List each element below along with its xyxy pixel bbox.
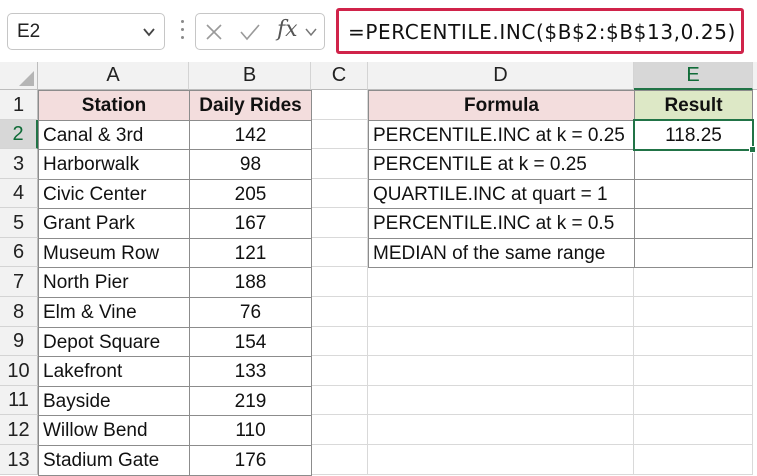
row-header-10[interactable]: 10 xyxy=(0,356,38,386)
daily-rides-cell[interactable]: 205 xyxy=(189,179,312,209)
name-box-value[interactable]: E2 xyxy=(17,21,40,43)
empty-cell[interactable] xyxy=(311,238,368,267)
empty-cell[interactable] xyxy=(634,445,753,475)
empty-cell[interactable] xyxy=(368,386,634,415)
daily-rides-header[interactable]: Daily Rides xyxy=(189,90,312,121)
row-header-9[interactable]: 9 xyxy=(0,327,38,356)
result-cell[interactable] xyxy=(634,149,753,180)
column-header-a[interactable]: A xyxy=(38,62,189,90)
cancel-x-icon[interactable] xyxy=(204,22,224,42)
daily-rides-cell[interactable]: 121 xyxy=(189,238,312,268)
empty-cell[interactable] xyxy=(368,445,634,475)
daily-rides-cell[interactable]: 76 xyxy=(189,297,312,328)
formula-bar-area: E2 fx =PERCENTILE.INC($B$2:$B$13,0.25) xyxy=(0,0,757,62)
result-cell[interactable] xyxy=(634,179,753,209)
daily-rides-cell[interactable]: 110 xyxy=(189,415,312,446)
empty-cell[interactable] xyxy=(311,415,368,445)
result-header[interactable]: Result xyxy=(634,90,753,121)
row-header-6[interactable]: 6 xyxy=(0,238,38,267)
station-cell[interactable]: Bayside xyxy=(38,386,190,416)
empty-cell[interactable] xyxy=(634,415,753,445)
station-cell[interactable]: Stadium Gate xyxy=(38,445,190,476)
row-header-4[interactable]: 4 xyxy=(0,179,38,208)
station-cell[interactable]: North Pier xyxy=(38,267,190,298)
formula-description-cell[interactable]: MEDIAN of the same range xyxy=(368,238,635,268)
result-cell[interactable] xyxy=(634,238,753,268)
row-header-7[interactable]: 7 xyxy=(0,267,38,297)
daily-rides-cell[interactable]: 188 xyxy=(189,267,312,298)
empty-cell[interactable] xyxy=(368,267,634,297)
station-cell[interactable]: Civic Center xyxy=(38,179,190,209)
empty-cell[interactable] xyxy=(311,327,368,356)
column-header-b[interactable]: B xyxy=(189,62,311,90)
empty-cell[interactable] xyxy=(311,267,368,297)
formula-description-cell[interactable]: PERCENTILE.INC at k = 0.5 xyxy=(368,208,635,239)
formula-description-cell[interactable]: PERCENTILE at k = 0.25 xyxy=(368,149,635,180)
station-cell[interactable]: Canal & 3rd xyxy=(38,120,190,150)
formula-description-cell[interactable]: PERCENTILE.INC at k = 0.25 xyxy=(368,120,635,150)
row-header-12[interactable]: 12 xyxy=(0,415,38,445)
formula-text[interactable]: =PERCENTILE.INC($B$2:$B$13,0.25) xyxy=(348,20,736,44)
station-header[interactable]: Station xyxy=(38,90,190,121)
insert-function-button[interactable]: fx xyxy=(277,17,298,42)
empty-cell[interactable] xyxy=(311,208,368,238)
row-header-2[interactable]: 2 xyxy=(0,120,38,149)
daily-rides-cell[interactable]: 142 xyxy=(189,120,312,150)
station-cell[interactable]: Willow Bend xyxy=(38,415,190,446)
daily-rides-cell[interactable]: 167 xyxy=(189,208,312,239)
daily-rides-cell[interactable]: 219 xyxy=(189,386,312,416)
empty-cell[interactable] xyxy=(311,297,368,327)
empty-cell[interactable] xyxy=(368,297,634,327)
column-header-f-partial xyxy=(753,62,757,90)
empty-cell[interactable] xyxy=(311,356,368,386)
formula-header[interactable]: Formula xyxy=(368,90,635,121)
formula-description-cell[interactable]: QUARTILE.INC at quart = 1 xyxy=(368,179,635,209)
formula-buttons: fx xyxy=(195,13,325,50)
active-cell-border xyxy=(633,119,754,151)
chevron-down-icon[interactable] xyxy=(304,26,318,38)
row-header-1[interactable]: 1 xyxy=(0,90,38,120)
splitter-handle[interactable] xyxy=(181,20,184,40)
empty-cell[interactable] xyxy=(368,327,634,356)
name-box[interactable]: E2 xyxy=(7,13,165,50)
empty-cell[interactable] xyxy=(634,267,753,297)
formula-input[interactable]: =PERCENTILE.INC($B$2:$B$13,0.25) xyxy=(336,8,744,54)
daily-rides-cell[interactable]: 133 xyxy=(189,356,312,387)
row-header-11[interactable]: 11 xyxy=(0,386,38,415)
enter-check-icon[interactable] xyxy=(239,22,261,42)
station-cell[interactable]: Museum Row xyxy=(38,238,190,268)
station-cell[interactable]: Lakefront xyxy=(38,356,190,387)
empty-cell[interactable] xyxy=(311,445,368,475)
empty-cell[interactable] xyxy=(311,179,368,208)
empty-cell[interactable] xyxy=(368,356,634,386)
column-header-d[interactable]: D xyxy=(368,62,634,90)
empty-cell[interactable] xyxy=(634,297,753,327)
empty-cell[interactable] xyxy=(634,386,753,415)
station-cell[interactable]: Harborwalk xyxy=(38,149,190,180)
empty-cell[interactable] xyxy=(368,415,634,445)
column-header-e[interactable]: E xyxy=(634,62,753,90)
empty-cell[interactable] xyxy=(311,386,368,415)
empty-cell[interactable] xyxy=(634,327,753,356)
select-all-corner[interactable] xyxy=(0,62,38,90)
empty-cell[interactable] xyxy=(634,356,753,386)
row-header-13[interactable]: 13 xyxy=(0,445,38,475)
daily-rides-cell[interactable]: 154 xyxy=(189,327,312,357)
empty-cell[interactable] xyxy=(311,90,368,120)
row-header-8[interactable]: 8 xyxy=(0,297,38,327)
empty-cell[interactable] xyxy=(311,120,368,149)
column-header-c[interactable]: C xyxy=(311,62,368,90)
daily-rides-cell[interactable]: 176 xyxy=(189,445,312,476)
station-cell[interactable]: Depot Square xyxy=(38,327,190,357)
empty-cell[interactable] xyxy=(311,149,368,179)
fill-handle[interactable] xyxy=(749,146,756,153)
chevron-down-icon[interactable] xyxy=(142,25,156,39)
result-cell[interactable] xyxy=(634,208,753,239)
row-header-5[interactable]: 5 xyxy=(0,208,38,238)
row-header-3[interactable]: 3 xyxy=(0,149,38,179)
daily-rides-cell[interactable]: 98 xyxy=(189,149,312,180)
station-cell[interactable]: Elm & Vine xyxy=(38,297,190,328)
station-cell[interactable]: Grant Park xyxy=(38,208,190,239)
